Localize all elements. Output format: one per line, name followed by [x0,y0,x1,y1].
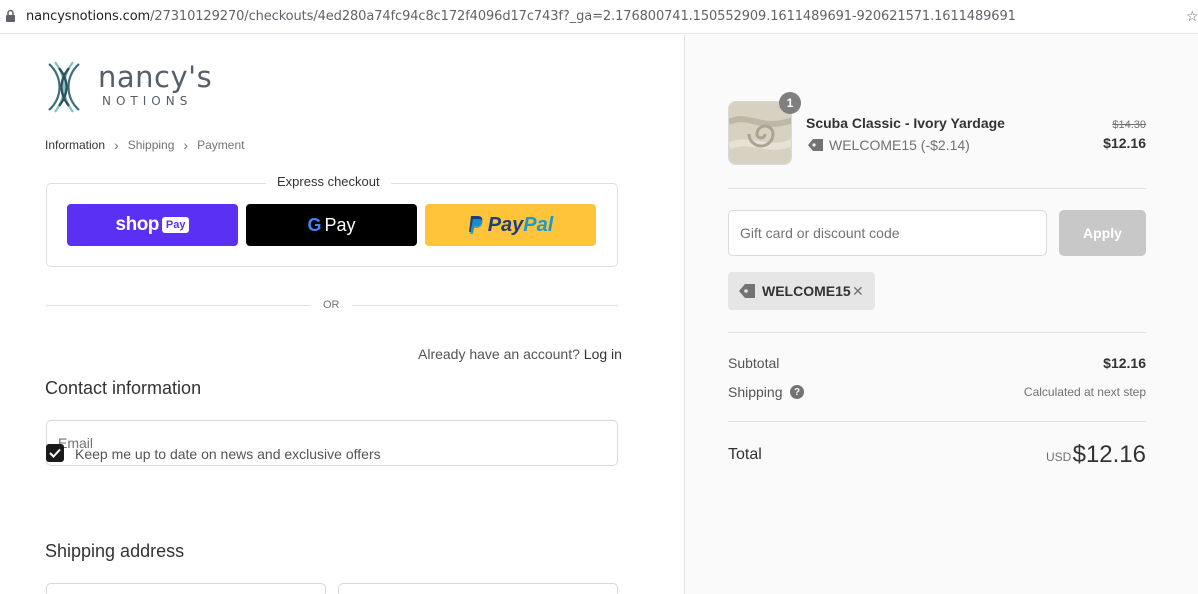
product-name: Scuba Classic - Ivory Yardage [806,115,1005,131]
chevron-right-icon: › [114,137,119,153]
shop-pay-button[interactable]: shop Pay [67,204,238,246]
checkout-main [0,35,684,594]
first-name-field[interactable] [46,583,326,594]
google-pay-button[interactable]: G Pay [246,204,417,246]
question-circle-icon[interactable]: ? [790,385,804,399]
or-divider-right [352,305,618,306]
close-icon[interactable]: ✕ [852,283,864,300]
paypal-button[interactable]: PayPal [425,204,596,246]
url-text[interactable]: nancysnotions.com/27310129270/checkouts/… [26,9,1016,24]
apply-discount-button[interactable]: Apply [1059,210,1146,256]
or-divider-left [46,305,311,306]
subtotal-label: Subtotal [728,355,780,371]
logo-wordmark[interactable]: nancy's [98,60,212,94]
paypal-icon [468,216,483,234]
paypal-label: PayPal [487,213,554,236]
applied-code-chip: WELCOME15 ✕ [728,272,875,310]
total-label: Total [728,446,762,463]
google-pay-label: Pay [324,214,356,235]
url-host: nancysnotions.com [26,9,151,24]
product-price-original: $14.30 [1112,119,1146,131]
breadcrumb-payment: Payment [197,138,245,152]
applied-code-text: WELCOME15 [762,283,851,299]
chevron-right-icon: › [183,137,189,153]
account-prompt-text: Already have an account? [418,346,580,362]
quantity-badge: 1 [779,92,801,114]
contact-information-title: Contact information [45,378,202,398]
total-currency: USD [1046,450,1072,464]
summary-divider [728,188,1146,189]
newsletter-checkbox[interactable] [46,444,64,462]
product-price-final: $12.16 [1103,135,1146,151]
account-prompt: Already have an account? Log in [418,346,622,362]
subtotal-value: $12.16 [1103,355,1146,371]
breadcrumb-information[interactable]: Information [45,138,105,152]
express-checkout-title: Express checkout [266,174,391,189]
checkmark-icon [49,448,61,458]
last-name-field[interactable] [338,583,618,594]
url-path: /27310129270/checkouts/4ed280a74fc94c8c1… [150,9,1016,24]
product-discount: WELCOME15 (-$2.14) [807,137,970,153]
login-link[interactable]: Log in [584,346,622,362]
shop-pay-label: shop [115,214,160,235]
product-discount-text: WELCOME15 (-$2.14) [829,137,970,153]
bookmark-star-icon[interactable]: ☆ [1186,8,1198,25]
discount-code-input[interactable] [728,210,1047,256]
logo-subtitle: NOTIONS [102,94,193,108]
breadcrumb-shipping: Shipping [127,138,175,152]
lock-icon [6,9,15,22]
shipping-address-title: Shipping address [45,541,185,561]
breadcrumb: Information › Shipping › Payment [45,137,244,153]
shop-pay-tag: Pay [161,217,190,233]
summary-divider [728,421,1146,422]
browser-url-bar[interactable]: nancysnotions.com/27310129270/checkouts/… [0,0,1198,34]
summary-divider [728,332,1146,333]
discount-tag-icon [808,139,823,151]
google-g-icon: G [307,214,322,235]
or-divider-text: OR [323,299,340,311]
shipping-value: Calculated at next step [1023,385,1146,399]
discount-tag-icon [739,284,755,298]
total-amount: $12.16 [1072,441,1146,468]
newsletter-label[interactable]: Keep me up to date on news and exclusive… [75,446,381,462]
shipping-label: Shipping [728,384,783,400]
